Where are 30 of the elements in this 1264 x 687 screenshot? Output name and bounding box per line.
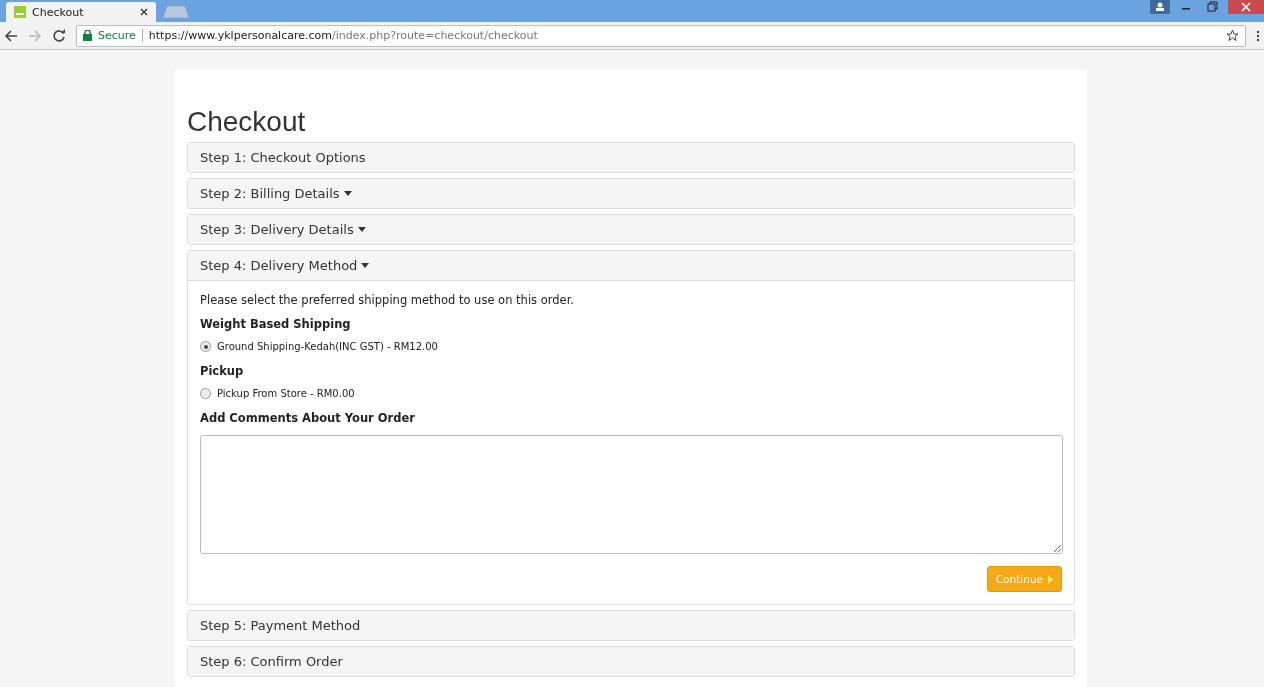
option-label: Pickup From Store - RM0.00	[217, 388, 355, 399]
menu-icon[interactable]	[1256, 29, 1260, 42]
lock-icon	[83, 30, 92, 41]
step-title-link[interactable]: Step 4: Delivery Method	[200, 258, 370, 273]
page-heading: Checkout	[187, 106, 307, 138]
star-icon[interactable]	[1226, 29, 1239, 42]
profile-icon[interactable]	[1150, 0, 1170, 14]
browser-tab[interactable]: Checkout	[6, 2, 156, 22]
comments-field[interactable]	[200, 435, 1063, 554]
url-text: https://www.yklpersonalcare.com/index.php?route=checkout/checkout	[148, 29, 539, 42]
step-title-link[interactable]: Step 6: Confirm Order	[200, 654, 343, 669]
address-bar[interactable]: Secure https://www.yklpersonalcare.com/index.php?route=checkout/checkout	[76, 24, 1246, 47]
step-title-link[interactable]: Step 3: Delivery Details	[200, 222, 366, 237]
shipping-group-title: Pickup	[200, 364, 245, 378]
step-title-link[interactable]: Step 5: Payment Method	[200, 618, 361, 633]
triangle-icon	[1048, 574, 1053, 584]
step-title-link[interactable]: Step 2: Billing Details	[200, 186, 352, 201]
option-label: Ground Shipping-Kedah(INC GST) - RM12.00	[217, 341, 438, 352]
comments-label: Add Comments About Your Order	[200, 411, 416, 425]
close-icon[interactable]	[140, 8, 148, 16]
reload-icon[interactable]	[52, 28, 66, 43]
secure-label: Secure	[98, 29, 136, 42]
radio-button[interactable]	[200, 341, 211, 352]
back-icon[interactable]	[4, 28, 18, 43]
site-logo-icon	[14, 6, 26, 18]
step-title-link[interactable]: Step 1: Checkout Options	[200, 150, 366, 165]
radio-button[interactable]	[200, 388, 211, 399]
tab-title: Checkout	[32, 5, 85, 19]
shipping-group-title: Weight Based Shipping	[200, 317, 352, 331]
instruction-text: Please select the preferred shipping method to use on this order.	[200, 293, 575, 307]
